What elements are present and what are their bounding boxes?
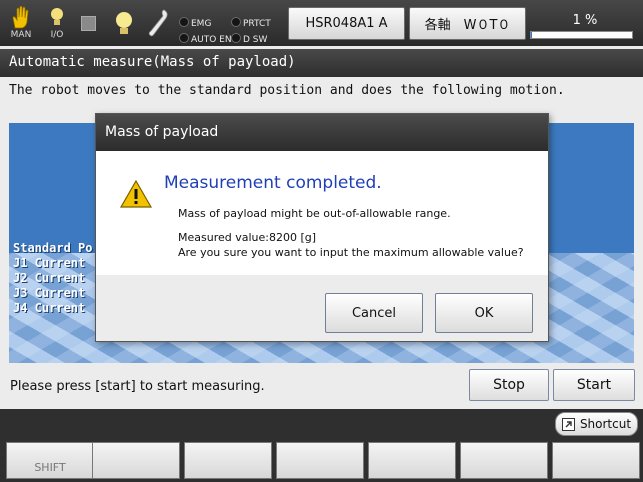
shortcut-button[interactable]: Shortcut — [555, 412, 638, 436]
overlay-line: J1 Current — [13, 256, 86, 270]
overlay-line: J3 Current — [13, 286, 86, 300]
progress-fill — [531, 32, 532, 38]
progress-label: 1 % — [572, 13, 598, 28]
shortcut-icon — [561, 417, 575, 431]
hand-icon — [12, 6, 29, 29]
fkey-2[interactable] — [92, 442, 180, 479]
start-button[interactable]: Start — [553, 369, 635, 401]
axis-select-button[interactable]: 各軸 W０T０ — [409, 7, 526, 40]
overlay-line: Standard Po — [13, 241, 93, 255]
auto-en-lamp: AUTO EN — [179, 27, 232, 46]
stop-button[interactable]: Stop — [469, 369, 549, 401]
page-subtitle: The robot moves to the standard position… — [9, 83, 565, 98]
io-label: I/O — [50, 30, 64, 40]
cancel-button[interactable]: Cancel — [325, 293, 423, 333]
top-toolbar: MAN I/O EMG PRTCT AUTO EN D SW HSR048A1 … — [0, 0, 643, 46]
stop-square-icon[interactable] — [81, 16, 96, 31]
dialog-message-1: Mass of payload might be out-of-allowabl… — [178, 207, 451, 220]
progress-bar — [530, 31, 633, 39]
fkey-shift[interactable]: SHIFT — [6, 442, 94, 479]
robot-select-button[interactable]: HSR048A1 A — [288, 7, 405, 40]
ok-button[interactable]: OK — [435, 293, 533, 333]
fkey-6[interactable] — [460, 442, 548, 479]
page-title: Automatic measure(Mass of payload) — [0, 49, 643, 77]
fkey-3[interactable] — [184, 442, 272, 479]
payload-dialog: Mass of payload Measurement completed. M… — [95, 113, 549, 342]
dialog-heading: Measurement completed. — [164, 173, 382, 193]
overlay-line: J2 Current — [13, 271, 86, 285]
mode-label: MAN — [10, 30, 32, 40]
dialog-message-3: Are you sure you want to input the maxim… — [178, 246, 524, 259]
tool-button[interactable] — [148, 8, 170, 42]
fkey-7[interactable] — [552, 442, 640, 479]
shortcut-label: Shortcut — [579, 417, 632, 431]
io-button[interactable]: I/O — [44, 6, 70, 42]
dialog-message-2: Measured value:8200 [g] — [178, 231, 317, 244]
dialog-footer: Cancel OK — [96, 275, 548, 341]
dialog-body: Measurement completed. Mass of payload m… — [96, 151, 548, 275]
bulb-icon — [116, 12, 132, 34]
manual-mode-button[interactable]: MAN — [6, 6, 36, 42]
lamp-button[interactable] — [114, 10, 134, 42]
fkey-4[interactable] — [276, 442, 364, 479]
instruction-text: Please press [start] to start measuring. — [10, 379, 265, 394]
overlay-line: J4 Current — [13, 301, 86, 315]
wrench-icon — [148, 9, 168, 37]
bulb-icon — [51, 8, 63, 25]
dsw-lamp: D SW — [231, 27, 267, 46]
warning-icon — [119, 179, 153, 208]
fkey-5[interactable] — [368, 442, 456, 479]
dialog-title: Mass of payload — [96, 114, 548, 151]
